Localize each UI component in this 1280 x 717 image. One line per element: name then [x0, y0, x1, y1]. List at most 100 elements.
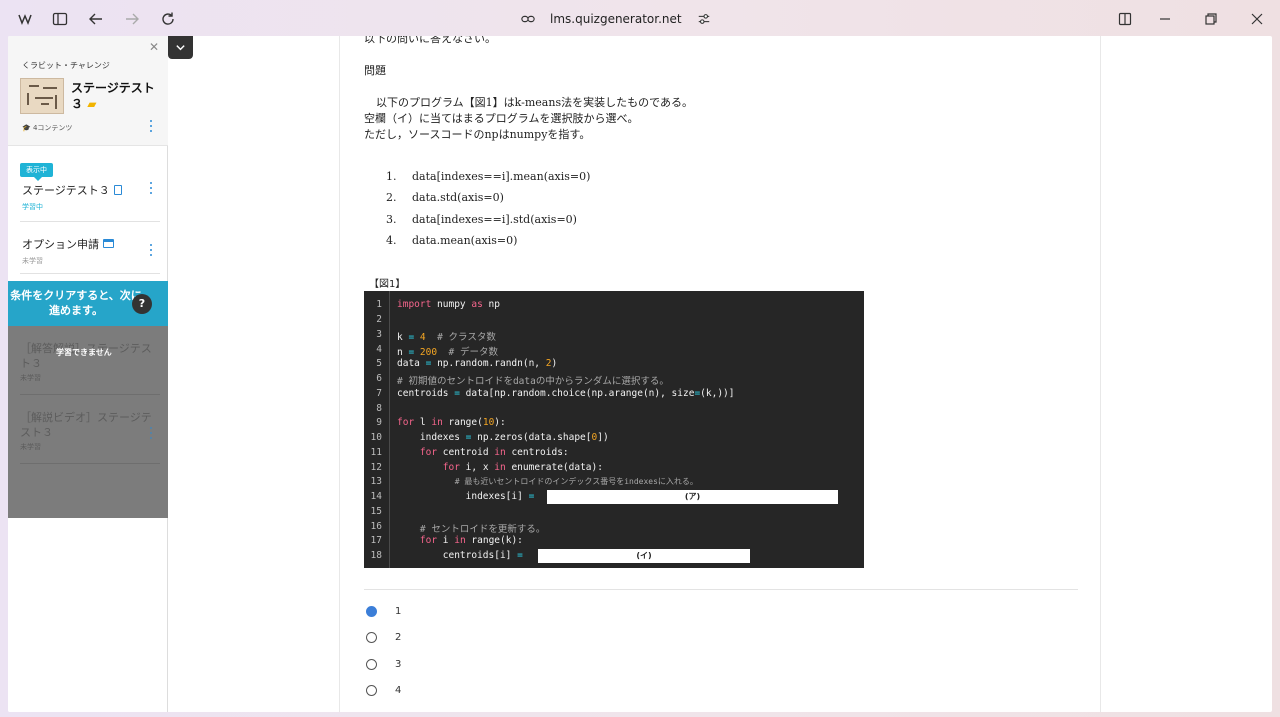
line-number: 12 — [370, 462, 382, 473]
item-menu-icon[interactable] — [148, 182, 154, 194]
cannot-study-tooltip: 学習できません — [56, 348, 112, 357]
choice-text: data[indexes==i].std(axis=0) — [412, 213, 577, 226]
code-line: import numpy as np — [397, 299, 500, 310]
line-number: 4 — [376, 344, 382, 355]
code-line: for centroid in centroids: — [419, 447, 569, 458]
line-number: 7 — [376, 388, 382, 399]
line-number: 1 — [376, 299, 382, 310]
code-figure: 1 2 3 4 5 6 7 8 9 10 11 12 13 14 15 16 1… — [364, 291, 864, 568]
minimize-icon[interactable] — [1156, 10, 1174, 28]
line-number: 18 — [370, 550, 382, 561]
line-number: 10 — [370, 432, 382, 443]
close-window-icon[interactable] — [1248, 10, 1266, 28]
figure-label: 【図1】 — [369, 279, 406, 290]
window-icon — [103, 239, 114, 248]
radio-unselected[interactable] — [366, 631, 377, 643]
answer-option-label: 3 — [395, 658, 402, 670]
question-text-3: ただし，ソースコードのnpはnumpyを指す。 — [364, 128, 591, 141]
question-text-2: 空欄（イ）に当てはまるプログラムを選択肢から選べ。 — [364, 112, 639, 125]
url-text[interactable]: lms.quizgenerator.net — [550, 12, 682, 26]
site-settings-icon[interactable] — [696, 11, 712, 27]
back-to-course-link[interactable]: くラビット・チャレンジ — [22, 60, 110, 71]
content-count: 🎓 4コンテンツ — [22, 124, 73, 132]
code-line: k = 4 # クラスタ数 — [397, 332, 496, 343]
link-icon — [520, 11, 536, 27]
question-card: 以下の問いに答えなさい。 問題 以下のプログラム【図1】はk-means法を実装… — [339, 36, 1101, 712]
sidebar-item-stage-test[interactable]: ステージテスト３ 学習中 — [20, 176, 160, 222]
sidebar-item-label: ステージテスト３ — [22, 184, 110, 197]
answer-option-3[interactable]: 3 — [366, 657, 401, 671]
split-view-icon[interactable] — [1116, 10, 1134, 28]
question-intro: 以下の問いに答えなさい。 — [364, 36, 496, 45]
code-line: centroids[i] = — [397, 550, 523, 561]
divider — [364, 589, 1078, 590]
blank-i: (イ) — [538, 549, 750, 563]
divider — [20, 394, 160, 395]
choice-number: 3. — [386, 213, 397, 226]
line-number: 5 — [376, 358, 382, 369]
course-thumbnail — [20, 78, 64, 114]
help-icon[interactable]: ? — [132, 294, 152, 314]
code-line: indexes[i] = — [397, 491, 535, 502]
sidebar-item-option[interactable]: オプション申請 未学習 — [20, 222, 160, 274]
browser-toolbar: lms.quizgenerator.net — [0, 0, 1280, 38]
collapse-sidebar-button[interactable] — [168, 36, 193, 59]
line-number: 3 — [376, 329, 382, 340]
course-sidebar: ✕ くラビット・チャレンジ ステージテスト３ ▰ 🎓 4コンテンツ 表示中 ステ… — [8, 36, 168, 712]
sidebar-item-status: 学習中 — [22, 203, 43, 211]
page-viewport: ✕ くラビット・チャレンジ ステージテスト３ ▰ 🎓 4コンテンツ 表示中 ステ… — [8, 36, 1272, 712]
document-icon — [113, 185, 122, 195]
sidebar-item-label: オプション申請 — [22, 238, 99, 251]
code-line: data = np.random.randn(n, 2) — [397, 358, 558, 369]
code-line: indexes = np.zeros(data.shape[0]) — [397, 432, 609, 443]
browser-logo-icon[interactable] — [16, 10, 34, 28]
address-bar[interactable]: lms.quizgenerator.net — [520, 10, 712, 28]
code-line: for i in range(k): — [419, 535, 523, 546]
sidebar-toggle-icon[interactable] — [51, 10, 69, 28]
close-sidebar-icon[interactable]: ✕ — [149, 40, 159, 54]
choice-number: 2. — [386, 191, 397, 204]
code-line: centroids = data[np.random.choice(np.ara… — [397, 388, 735, 399]
code-line: # 初期値のセントロイドをdataの中からランダムに選択する。 — [397, 376, 669, 387]
line-number: 16 — [370, 521, 382, 532]
line-number: 13 — [370, 476, 382, 487]
question-text-1: 以下のプログラム【図1】はk-means法を実装したものである。 — [376, 96, 693, 109]
line-number: 17 — [370, 535, 382, 546]
answer-option-label: 2 — [395, 631, 402, 643]
line-number: 8 — [376, 403, 382, 414]
choice-text: data.std(axis=0) — [412, 191, 504, 204]
reload-icon[interactable] — [159, 10, 177, 28]
current-badge: 表示中 — [20, 163, 53, 181]
blank-a: (ア) — [547, 490, 838, 504]
radio-selected[interactable] — [366, 605, 377, 617]
question-heading: 問題 — [364, 64, 386, 77]
radio-unselected[interactable] — [366, 658, 377, 670]
answer-option-2[interactable]: 2 — [366, 630, 401, 644]
code-line: # セントロイドを更新する。 — [419, 524, 546, 535]
code-line: n = 200 # データ数 — [397, 347, 498, 358]
back-arrow-icon[interactable] — [87, 10, 105, 28]
course-menu-icon[interactable] — [148, 120, 154, 132]
sidebar-item-status: 未学習 — [22, 257, 43, 265]
choice-number: 4. — [386, 234, 397, 247]
radio-unselected[interactable] — [366, 684, 377, 696]
locked-item-video: ［解説ビデオ］ステージテスト３ 未学習 — [20, 411, 152, 451]
code-line: for i, x in enumerate(data): — [442, 462, 603, 473]
folder-icon: ▰ — [87, 97, 97, 111]
restore-icon[interactable] — [1202, 10, 1220, 28]
choice-text: data[indexes==i].mean(axis=0) — [412, 170, 591, 183]
line-number: 15 — [370, 506, 382, 517]
forward-arrow-icon[interactable] — [123, 10, 141, 28]
item-menu-icon — [148, 427, 154, 439]
choice-number: 1. — [386, 170, 397, 183]
answer-option-4[interactable]: 4 — [366, 683, 401, 697]
answer-option-label: 1 — [395, 605, 402, 617]
answer-option-1[interactable]: 1 — [366, 604, 401, 618]
item-menu-icon[interactable] — [148, 244, 154, 256]
line-number: 6 — [376, 373, 382, 384]
choice-text: data.mean(axis=0) — [412, 234, 518, 247]
line-number: 11 — [370, 447, 382, 458]
line-number: 14 — [370, 491, 382, 502]
course-title: ステージテスト３ ▰ — [71, 81, 155, 111]
line-number: 9 — [376, 417, 382, 428]
